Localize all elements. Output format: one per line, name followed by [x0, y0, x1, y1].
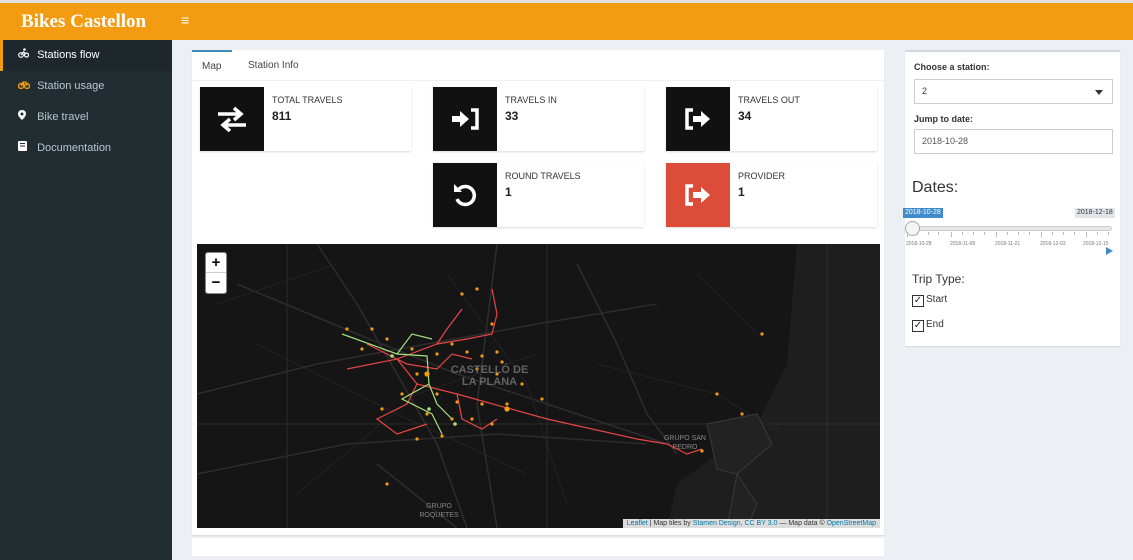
zoom-in-button[interactable]: + [206, 253, 226, 273]
round-travels-label: ROUND TRAVELS [505, 171, 581, 181]
slider-tick-label: 2018-11-21 [995, 241, 1021, 247]
bottom-panel [192, 538, 884, 556]
tab-bar: Map Station Info [192, 50, 884, 81]
sidebar-item-label: Bike travel [37, 111, 89, 123]
sign-out-icon [666, 87, 730, 151]
sidebar: Stations flow Station usage Bike travel … [0, 40, 172, 560]
sidebar-item-stations-flow[interactable]: Stations flow [0, 40, 172, 71]
jump-date-label: Jump to date: [914, 114, 974, 124]
sign-out-icon [666, 163, 730, 227]
slider-tick-label: 2018-11-09 [950, 241, 976, 247]
controls-panel: Choose a station: 2 Jump to date: 2018-1… [903, 50, 1120, 346]
station-select-value: 2 [922, 86, 928, 96]
map-label-grupo-san-pedro: GRUPO SAN PEDRO [663, 435, 706, 451]
dates-title: Dates: [912, 179, 959, 196]
trip-type-title: Trip Type: [912, 272, 965, 286]
map-canvas [197, 244, 880, 528]
book-icon [18, 133, 34, 164]
round-travels-box: ROUND TRAVELS 1 [433, 163, 644, 227]
slider-tick-label: 2018-12-03 [1040, 241, 1066, 247]
start-checkbox-label: Start [926, 294, 948, 305]
app-title[interactable]: Bikes Castellon [0, 3, 172, 40]
sidebar-item-documentation[interactable]: Documentation [0, 133, 172, 164]
sidebar-item-station-usage[interactable]: Station usage [0, 71, 172, 102]
slider-selected-tag: 2018-10-28 [903, 208, 943, 218]
tab-map[interactable]: Map [192, 50, 232, 81]
tab-station-info[interactable]: Station Info [238, 50, 309, 81]
undo-icon [433, 163, 497, 227]
sidebar-item-label: Station usage [37, 80, 105, 92]
travels-in-box: TRAVELS IN 33 [433, 87, 644, 151]
station-select[interactable]: 2 [914, 79, 1113, 104]
travels-in-label: TRAVELS IN [505, 95, 557, 105]
total-travels-box: TOTAL TRAVELS 811 [200, 87, 411, 151]
cyclist-icon [18, 40, 34, 71]
stamen-link[interactable]: Stamen Design, CC BY 3.0 [693, 520, 778, 527]
map-label-castellon: CASTELLÓ DE LA PLANA [450, 364, 529, 388]
bicycle-icon [17, 71, 34, 102]
hamburger-icon[interactable]: ≡ [181, 13, 189, 27]
sign-in-icon [433, 87, 497, 151]
travels-in-value: 33 [505, 109, 519, 123]
chevron-down-icon [1095, 90, 1103, 95]
map-label-grupo-roquetes: GRUPO ROQUETES [419, 503, 459, 519]
attribution-text: | Map tiles by [647, 520, 693, 527]
provider-label: PROVIDER [738, 171, 786, 181]
sidebar-item-label: Documentation [37, 142, 112, 154]
end-checkbox-label: End [926, 319, 944, 330]
map-marker-icon [18, 102, 34, 133]
start-checkbox[interactable]: ✓ [912, 295, 924, 307]
app-header: Bikes Castellon ≡ [0, 0, 1133, 40]
total-travels-label: TOTAL TRAVELS [272, 95, 343, 105]
travels-out-value: 34 [738, 109, 752, 123]
sidebar-item-bike-travel[interactable]: Bike travel [0, 102, 172, 133]
osm-link[interactable]: OpenStreetMap [827, 520, 876, 527]
provider-box: PROVIDER 1 [666, 163, 877, 227]
total-travels-value: 811 [272, 109, 292, 123]
slider-tick-label: 2018-12-15 [1083, 241, 1109, 247]
zoom-out-button[interactable]: − [206, 273, 226, 293]
end-checkbox[interactable]: ✓ [912, 320, 924, 332]
attribution-text: — Map data © [777, 520, 827, 527]
travels-out-label: TRAVELS OUT [738, 95, 800, 105]
date-slider-track[interactable] [907, 226, 1112, 231]
map-attribution: Leaflet | Map tiles by Stamen Design, CC… [622, 519, 880, 528]
provider-value: 1 [738, 185, 745, 199]
jump-date-input[interactable]: 2018-10-28 [914, 129, 1113, 154]
zoom-control: + − [205, 252, 227, 294]
sidebar-item-label: Stations flow [37, 49, 100, 61]
exchange-arrows-icon [200, 87, 264, 151]
slider-max-tag: 2018-12-18 [1075, 208, 1115, 218]
travels-out-box: TRAVELS OUT 34 [666, 87, 877, 151]
leaflet-link[interactable]: Leaflet [627, 520, 648, 527]
slider-ticks [907, 232, 1112, 238]
round-travels-value: 1 [505, 185, 512, 199]
leaflet-map[interactable]: CASTELLÓ DE LA PLANA GRUPO SAN PEDRO GRU… [197, 244, 880, 528]
play-icon[interactable] [1106, 247, 1113, 255]
station-select-label: Choose a station: [914, 62, 990, 72]
slider-tick-label: 2018-10-28 [906, 241, 932, 247]
